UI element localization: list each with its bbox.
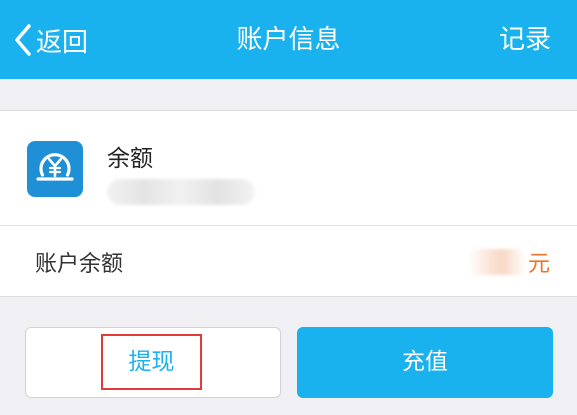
masked-balance-amount: [107, 179, 255, 205]
account-balance-label: 账户余额: [35, 252, 124, 277]
recharge-button[interactable]: 充值: [297, 327, 553, 398]
balance-card: 余额 账户余额 元: [0, 110, 577, 297]
row-divider: [0, 225, 577, 226]
balance-title: 余额: [107, 146, 153, 172]
masked-account-balance-value: [468, 249, 526, 275]
record-button[interactable]: 记录: [499, 20, 551, 60]
withdraw-button-label[interactable]: 提现: [101, 334, 202, 390]
navigation-bar: 返回 账户信息 记录: [0, 0, 577, 79]
currency-unit: 元: [528, 252, 551, 277]
page-title: 账户信息: [236, 25, 341, 55]
yen-coin-icon: [27, 141, 83, 197]
